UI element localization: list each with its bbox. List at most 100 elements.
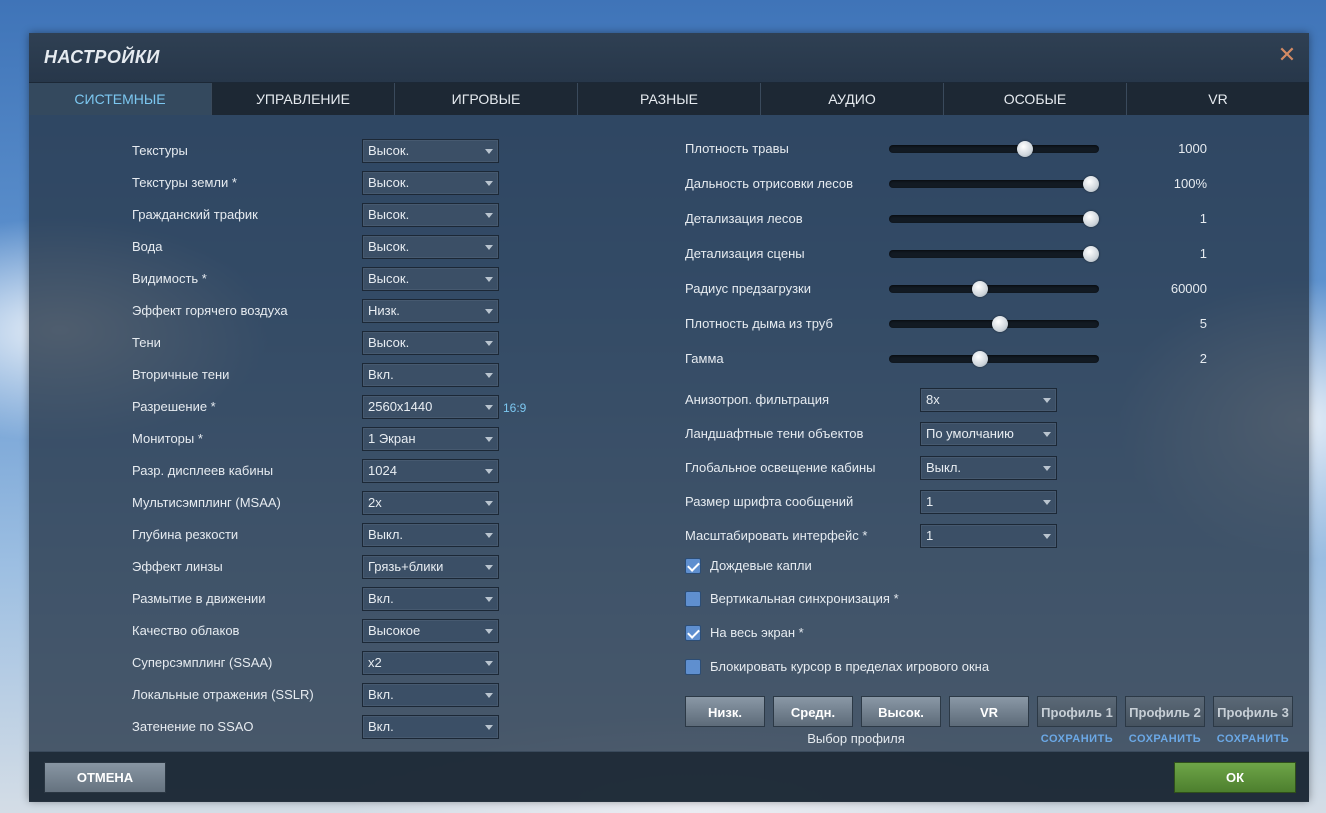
ok-button[interactable]: ОК <box>1174 762 1296 793</box>
slider-knob[interactable] <box>972 281 988 297</box>
dropdown-value: Вкл. <box>368 687 394 702</box>
setting-dropdown[interactable]: Низк. <box>362 299 499 323</box>
slider-track[interactable] <box>889 351 1099 367</box>
profile-2-button[interactable]: Профиль 2 <box>1125 696 1205 727</box>
dropdown-value: Низк. <box>368 303 400 318</box>
profile-3-button[interactable]: Профиль 3 <box>1213 696 1293 727</box>
dropdown-value: 1024 <box>368 463 397 478</box>
slider-knob[interactable] <box>1083 246 1099 262</box>
tab-bar: СИСТЕМНЫЕ УПРАВЛЕНИЕ ИГРОВЫЕ РАЗНЫЕ АУДИ… <box>29 83 1309 115</box>
setting-label: Видимость * <box>132 271 207 286</box>
slider-value: 60000 <box>1170 281 1207 296</box>
resolution-aspect-ratio: 16:9 <box>503 401 527 415</box>
chevron-down-icon <box>1043 534 1051 539</box>
slider-knob[interactable] <box>1083 176 1099 192</box>
slider-track[interactable] <box>889 141 1099 157</box>
slider-knob[interactable] <box>992 316 1008 332</box>
setting-dropdown[interactable]: Выкл. <box>920 456 1057 480</box>
setting-label: Вторичные тени <box>132 367 230 382</box>
setting-label: Текстуры земли * <box>132 175 237 190</box>
slider-track[interactable] <box>889 281 1099 297</box>
setting-dropdown[interactable]: Высок. <box>362 139 499 163</box>
setting-dropdown[interactable]: Высок. <box>362 235 499 259</box>
chevron-down-icon <box>485 597 493 602</box>
checkbox[interactable] <box>685 659 701 675</box>
dropdown-value: x2 <box>368 655 382 670</box>
footer-bar: ОТМЕНА ОК <box>29 751 1309 802</box>
setting-dropdown[interactable]: x2 <box>362 651 499 675</box>
dropdown-value: Высок. <box>368 271 410 286</box>
setting-dropdown[interactable]: Вкл. <box>362 587 499 611</box>
chevron-down-icon <box>485 693 493 698</box>
setting-label: Суперсэмплинг (SSAA) <box>132 655 273 670</box>
setting-label: Разрешение * <box>132 399 216 414</box>
slider-value: 5 <box>1199 316 1207 331</box>
tab-gameplay[interactable]: ИГРОВЫЕ <box>395 83 578 115</box>
setting-dropdown[interactable]: Вкл. <box>362 715 499 739</box>
setting-dropdown[interactable]: Грязь+блики <box>362 555 499 579</box>
tab-controls[interactable]: УПРАВЛЕНИЕ <box>212 83 395 115</box>
chevron-down-icon <box>485 277 493 282</box>
slider-knob[interactable] <box>1083 211 1099 227</box>
setting-dropdown[interactable]: 1024 <box>362 459 499 483</box>
dropdown-value: Высок. <box>368 335 410 350</box>
dropdown-value: 1 Экран <box>368 431 416 446</box>
slider-value: 1000 <box>1178 141 1207 156</box>
dropdown-value: Вкл. <box>368 591 394 606</box>
setting-dropdown[interactable]: Выкл. <box>362 523 499 547</box>
close-icon[interactable]: ✕ <box>1277 44 1297 66</box>
chevron-down-icon <box>1043 466 1051 471</box>
slider-track[interactable] <box>889 211 1099 227</box>
checkbox[interactable] <box>685 591 701 607</box>
preset-vr-button[interactable]: VR <box>949 696 1029 727</box>
preset-medium-button[interactable]: Средн. <box>773 696 853 727</box>
setting-dropdown[interactable]: Высок. <box>362 203 499 227</box>
chevron-down-icon <box>485 437 493 442</box>
chevron-down-icon <box>485 341 493 346</box>
setting-dropdown[interactable]: Вкл. <box>362 683 499 707</box>
setting-label: Мультисэмплинг (MSAA) <box>132 495 281 510</box>
setting-dropdown[interactable]: Высок. <box>362 331 499 355</box>
setting-dropdown[interactable]: 1 Экран <box>362 427 499 451</box>
slider-track[interactable] <box>889 176 1099 192</box>
setting-dropdown[interactable]: 8x <box>920 388 1057 412</box>
dropdown-value: 2560x1440 <box>368 399 433 414</box>
setting-label: Затенение по SSAO <box>132 719 254 734</box>
chevron-down-icon <box>485 469 493 474</box>
profile-3-save-link[interactable]: СОХРАНИТЬ <box>1213 733 1293 745</box>
dropdown-value: Высок. <box>368 175 410 190</box>
setting-dropdown[interactable]: 2x <box>362 491 499 515</box>
dropdown-value: Выкл. <box>926 460 962 475</box>
setting-dropdown[interactable]: Высокое <box>362 619 499 643</box>
setting-dropdown[interactable]: 1 <box>920 524 1057 548</box>
dropdown-value: Выкл. <box>368 527 404 542</box>
tab-special[interactable]: ОСОБЫЕ <box>944 83 1127 115</box>
checkbox-label: Дождевые капли <box>710 558 812 573</box>
tab-audio[interactable]: АУДИО <box>761 83 944 115</box>
setting-dropdown[interactable]: По умолчанию <box>920 422 1057 446</box>
slider-knob[interactable] <box>1017 141 1033 157</box>
profile-1-button[interactable]: Профиль 1 <box>1037 696 1117 727</box>
setting-dropdown[interactable]: Высок. <box>362 171 499 195</box>
cancel-button[interactable]: ОТМЕНА <box>44 762 166 793</box>
slider-track[interactable] <box>889 316 1099 332</box>
preset-low-button[interactable]: Низк. <box>685 696 765 727</box>
settings-window: НАСТРОЙКИ ✕ СИСТЕМНЫЕ УПРАВЛЕНИЕ ИГРОВЫЕ… <box>29 33 1309 802</box>
tab-system[interactable]: СИСТЕМНЫЕ <box>29 83 212 115</box>
profile-2-save-link[interactable]: СОХРАНИТЬ <box>1125 733 1205 745</box>
setting-dropdown[interactable]: Высок. <box>362 267 499 291</box>
profile-1-save-link[interactable]: СОХРАНИТЬ <box>1037 733 1117 745</box>
setting-dropdown[interactable]: 1 <box>920 490 1057 514</box>
chevron-down-icon <box>485 309 493 314</box>
preset-high-button[interactable]: Высок. <box>861 696 941 727</box>
tab-vr[interactable]: VR <box>1127 83 1309 115</box>
chevron-down-icon <box>485 629 493 634</box>
slider-knob[interactable] <box>972 351 988 367</box>
checkbox[interactable] <box>685 625 701 641</box>
tab-misc[interactable]: РАЗНЫЕ <box>578 83 761 115</box>
slider-track[interactable] <box>889 246 1099 262</box>
checkbox[interactable] <box>685 558 701 574</box>
setting-dropdown[interactable]: Вкл. <box>362 363 499 387</box>
setting-dropdown[interactable]: 2560x1440 <box>362 395 499 419</box>
setting-label: Анизотроп. фильтрация <box>685 392 830 407</box>
